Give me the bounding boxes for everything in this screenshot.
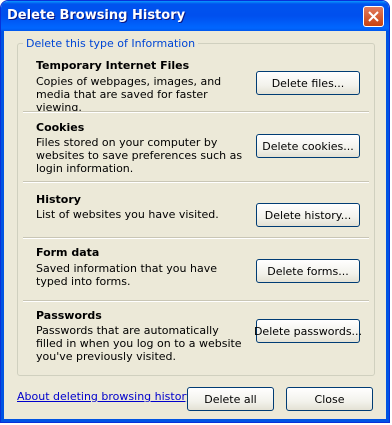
- title-bar[interactable]: Delete Browsing History: [1, 1, 389, 31]
- window-title: Delete Browsing History: [7, 8, 186, 23]
- section-desc-passwords: Passwords that are automatically filled …: [36, 324, 242, 363]
- divider: [23, 237, 369, 239]
- section-desc-history: List of websites you have visited.: [36, 208, 219, 221]
- divider: [23, 181, 369, 183]
- section-desc-form-data: Saved information that you have typed in…: [36, 262, 217, 288]
- section-title-form-data: Form data: [36, 246, 100, 259]
- delete-history-button[interactable]: Delete history...: [256, 203, 360, 227]
- section-desc-temporary-files: Copies of webpages, images, and media th…: [36, 75, 222, 114]
- close-button[interactable]: Close: [286, 387, 373, 411]
- section-title-passwords: Passwords: [36, 309, 102, 322]
- window-border-right: [386, 31, 389, 422]
- delete-files-button[interactable]: Delete files...: [256, 71, 360, 95]
- delete-all-button[interactable]: Delete all: [187, 387, 274, 411]
- divider: [23, 111, 369, 113]
- section-desc-cookies: Files stored on your computer by website…: [36, 136, 243, 175]
- close-icon[interactable]: [363, 6, 384, 27]
- about-deleting-history-link[interactable]: About deleting browsing history: [17, 390, 192, 403]
- delete-passwords-button[interactable]: Delete passwords...: [254, 319, 362, 343]
- dialog-window: Delete Browsing History Delete this type…: [0, 0, 390, 423]
- section-title-history: History: [36, 193, 81, 206]
- window-border-left: [1, 31, 4, 422]
- divider: [23, 300, 369, 302]
- delete-forms-button[interactable]: Delete forms...: [256, 259, 360, 283]
- window-border-bottom: [1, 419, 389, 422]
- group-legend: Delete this type of Information: [23, 37, 199, 50]
- delete-cookies-button[interactable]: Delete cookies...: [256, 134, 360, 158]
- section-title-temporary-files: Temporary Internet Files: [36, 59, 190, 72]
- section-title-cookies: Cookies: [36, 121, 85, 134]
